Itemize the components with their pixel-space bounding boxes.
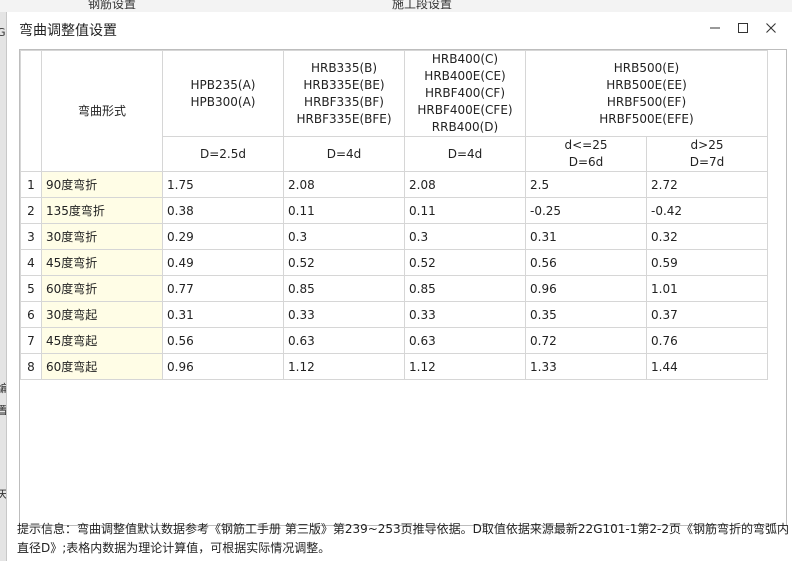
row-number: 1 xyxy=(20,171,42,198)
minimize-icon xyxy=(709,22,721,34)
value-cell[interactable]: 2.5 xyxy=(525,171,647,198)
value-cell[interactable]: -0.25 xyxy=(525,197,647,224)
grade-group-header: HRB400(C) HRB400E(CE) HRBF400(CF) HRBF400E… xyxy=(404,50,526,137)
value-cell[interactable]: 1.12 xyxy=(283,353,405,380)
bend-type-cell: 45度弯起 xyxy=(41,327,163,354)
bend-adjustment-dialog: 弯曲调整值设置 弯曲形式 HPB235(A) HPB300(A) HRB335(… xyxy=(6,12,792,561)
row-number: 4 xyxy=(20,249,42,276)
background-side-char: G xyxy=(0,26,6,39)
bend-adjustment-table: 弯曲形式 HPB235(A) HPB300(A) HRB335(B) HRB335E… xyxy=(20,50,768,380)
table-row[interactable]: 2 135度弯折 0.38 0.11 0.11 -0.25 -0.42 xyxy=(20,197,768,224)
value-cell[interactable]: 0.72 xyxy=(525,327,647,354)
value-cell[interactable]: 0.63 xyxy=(404,327,526,354)
value-cell[interactable]: 0.11 xyxy=(283,197,405,224)
maximize-button[interactable] xyxy=(729,17,757,39)
value-cell[interactable]: 0.35 xyxy=(525,301,647,328)
bend-type-cell: 45度弯折 xyxy=(41,249,163,276)
value-cell[interactable]: 2.08 xyxy=(404,171,526,198)
bend-type-header: 弯曲形式 xyxy=(41,50,163,172)
bend-adjustment-grid[interactable]: 弯曲形式 HPB235(A) HPB300(A) HRB335(B) HRB335E… xyxy=(19,49,787,526)
bend-type-cell: 90度弯折 xyxy=(41,171,163,198)
dialog-titlebar[interactable]: 弯曲调整值设置 xyxy=(7,12,792,46)
row-number: 7 xyxy=(20,327,42,354)
value-cell[interactable]: 0.63 xyxy=(283,327,405,354)
value-cell[interactable]: 0.31 xyxy=(525,223,647,250)
table-row[interactable]: 4 45度弯折 0.49 0.52 0.52 0.56 0.59 xyxy=(20,249,768,276)
value-cell[interactable]: 0.37 xyxy=(646,301,768,328)
value-cell[interactable]: 0.85 xyxy=(404,275,526,302)
value-cell[interactable]: 2.72 xyxy=(646,171,768,198)
grade-group-header: HRB335(B) HRB335E(BE) HRBF335(BF) HRBF335E… xyxy=(283,50,405,137)
value-cell[interactable]: 0.56 xyxy=(162,327,284,354)
background-tab-rebar-settings[interactable]: 钢筋设置 xyxy=(88,0,136,12)
info-message: 提示信息：弯曲调整值默认数据参考《钢筋工手册 第三版》第239~253页推导依据… xyxy=(17,522,789,555)
value-cell[interactable]: 1.01 xyxy=(646,275,768,302)
value-cell[interactable]: 0.11 xyxy=(404,197,526,224)
row-number: 3 xyxy=(20,223,42,250)
diameter-header: D=4d xyxy=(404,136,526,172)
dialog-title: 弯曲调整值设置 xyxy=(19,23,117,39)
row-number: 2 xyxy=(20,197,42,224)
value-cell[interactable]: 0.52 xyxy=(283,249,405,276)
diameter-header: d>25 D=7d xyxy=(646,136,768,172)
bend-type-cell: 30度弯起 xyxy=(41,301,163,328)
close-icon xyxy=(765,22,777,34)
bend-type-cell: 30度弯折 xyxy=(41,223,163,250)
value-cell[interactable]: 0.56 xyxy=(525,249,647,276)
diameter-header: d<=25 D=6d xyxy=(525,136,647,172)
value-cell[interactable]: 0.31 xyxy=(162,301,284,328)
value-cell[interactable]: 0.85 xyxy=(283,275,405,302)
value-cell[interactable]: 0.96 xyxy=(525,275,647,302)
value-cell[interactable]: 0.49 xyxy=(162,249,284,276)
value-cell[interactable]: 0.38 xyxy=(162,197,284,224)
value-cell[interactable]: 0.52 xyxy=(404,249,526,276)
value-cell[interactable]: 1.44 xyxy=(646,353,768,380)
value-cell[interactable]: 0.3 xyxy=(404,223,526,250)
row-number: 5 xyxy=(20,275,42,302)
bend-type-cell: 60度弯折 xyxy=(41,275,163,302)
value-cell[interactable]: 0.77 xyxy=(162,275,284,302)
diameter-header: D=2.5d xyxy=(162,136,284,172)
diameter-header: D=4d xyxy=(283,136,405,172)
value-cell[interactable]: 1.12 xyxy=(404,353,526,380)
value-cell[interactable]: 0.76 xyxy=(646,327,768,354)
table-row[interactable]: 3 30度弯折 0.29 0.3 0.3 0.31 0.32 xyxy=(20,223,768,250)
table-row[interactable]: 8 60度弯起 0.96 1.12 1.12 1.33 1.44 xyxy=(20,353,768,380)
table-row[interactable]: 6 30度弯起 0.31 0.33 0.33 0.35 0.37 xyxy=(20,301,768,328)
background-tab-construction-settings[interactable]: 施工段设置 xyxy=(392,0,452,12)
grade-group-header: HRB500(E) HRB500E(EE) HRBF500(EF) HRBF500E… xyxy=(525,50,768,137)
value-cell[interactable]: 0.59 xyxy=(646,249,768,276)
value-cell[interactable]: 0.33 xyxy=(404,301,526,328)
table-row[interactable]: 1 90度弯折 1.75 2.08 2.08 2.5 2.72 xyxy=(20,171,768,198)
table-row[interactable]: 7 45度弯起 0.56 0.63 0.63 0.72 0.76 xyxy=(20,327,768,354)
row-number-header xyxy=(20,50,42,172)
bend-type-cell: 60度弯起 xyxy=(41,353,163,380)
value-cell[interactable]: 0.33 xyxy=(283,301,405,328)
value-cell[interactable]: 1.33 xyxy=(525,353,647,380)
bend-type-cell: 135度弯折 xyxy=(41,197,163,224)
close-button[interactable] xyxy=(757,17,785,39)
value-cell[interactable]: -0.42 xyxy=(646,197,768,224)
table-row[interactable]: 5 60度弯折 0.77 0.85 0.85 0.96 1.01 xyxy=(20,275,768,302)
value-cell[interactable]: 0.96 xyxy=(162,353,284,380)
grade-group-header: HPB235(A) HPB300(A) xyxy=(162,50,284,137)
value-cell[interactable]: 0.3 xyxy=(283,223,405,250)
value-cell[interactable]: 1.75 xyxy=(162,171,284,198)
value-cell[interactable]: 0.29 xyxy=(162,223,284,250)
minimize-button[interactable] xyxy=(701,17,729,39)
value-cell[interactable]: 0.32 xyxy=(646,223,768,250)
value-cell[interactable]: 2.08 xyxy=(283,171,405,198)
row-number: 6 xyxy=(20,301,42,328)
maximize-icon xyxy=(737,22,749,34)
row-number: 8 xyxy=(20,353,42,380)
